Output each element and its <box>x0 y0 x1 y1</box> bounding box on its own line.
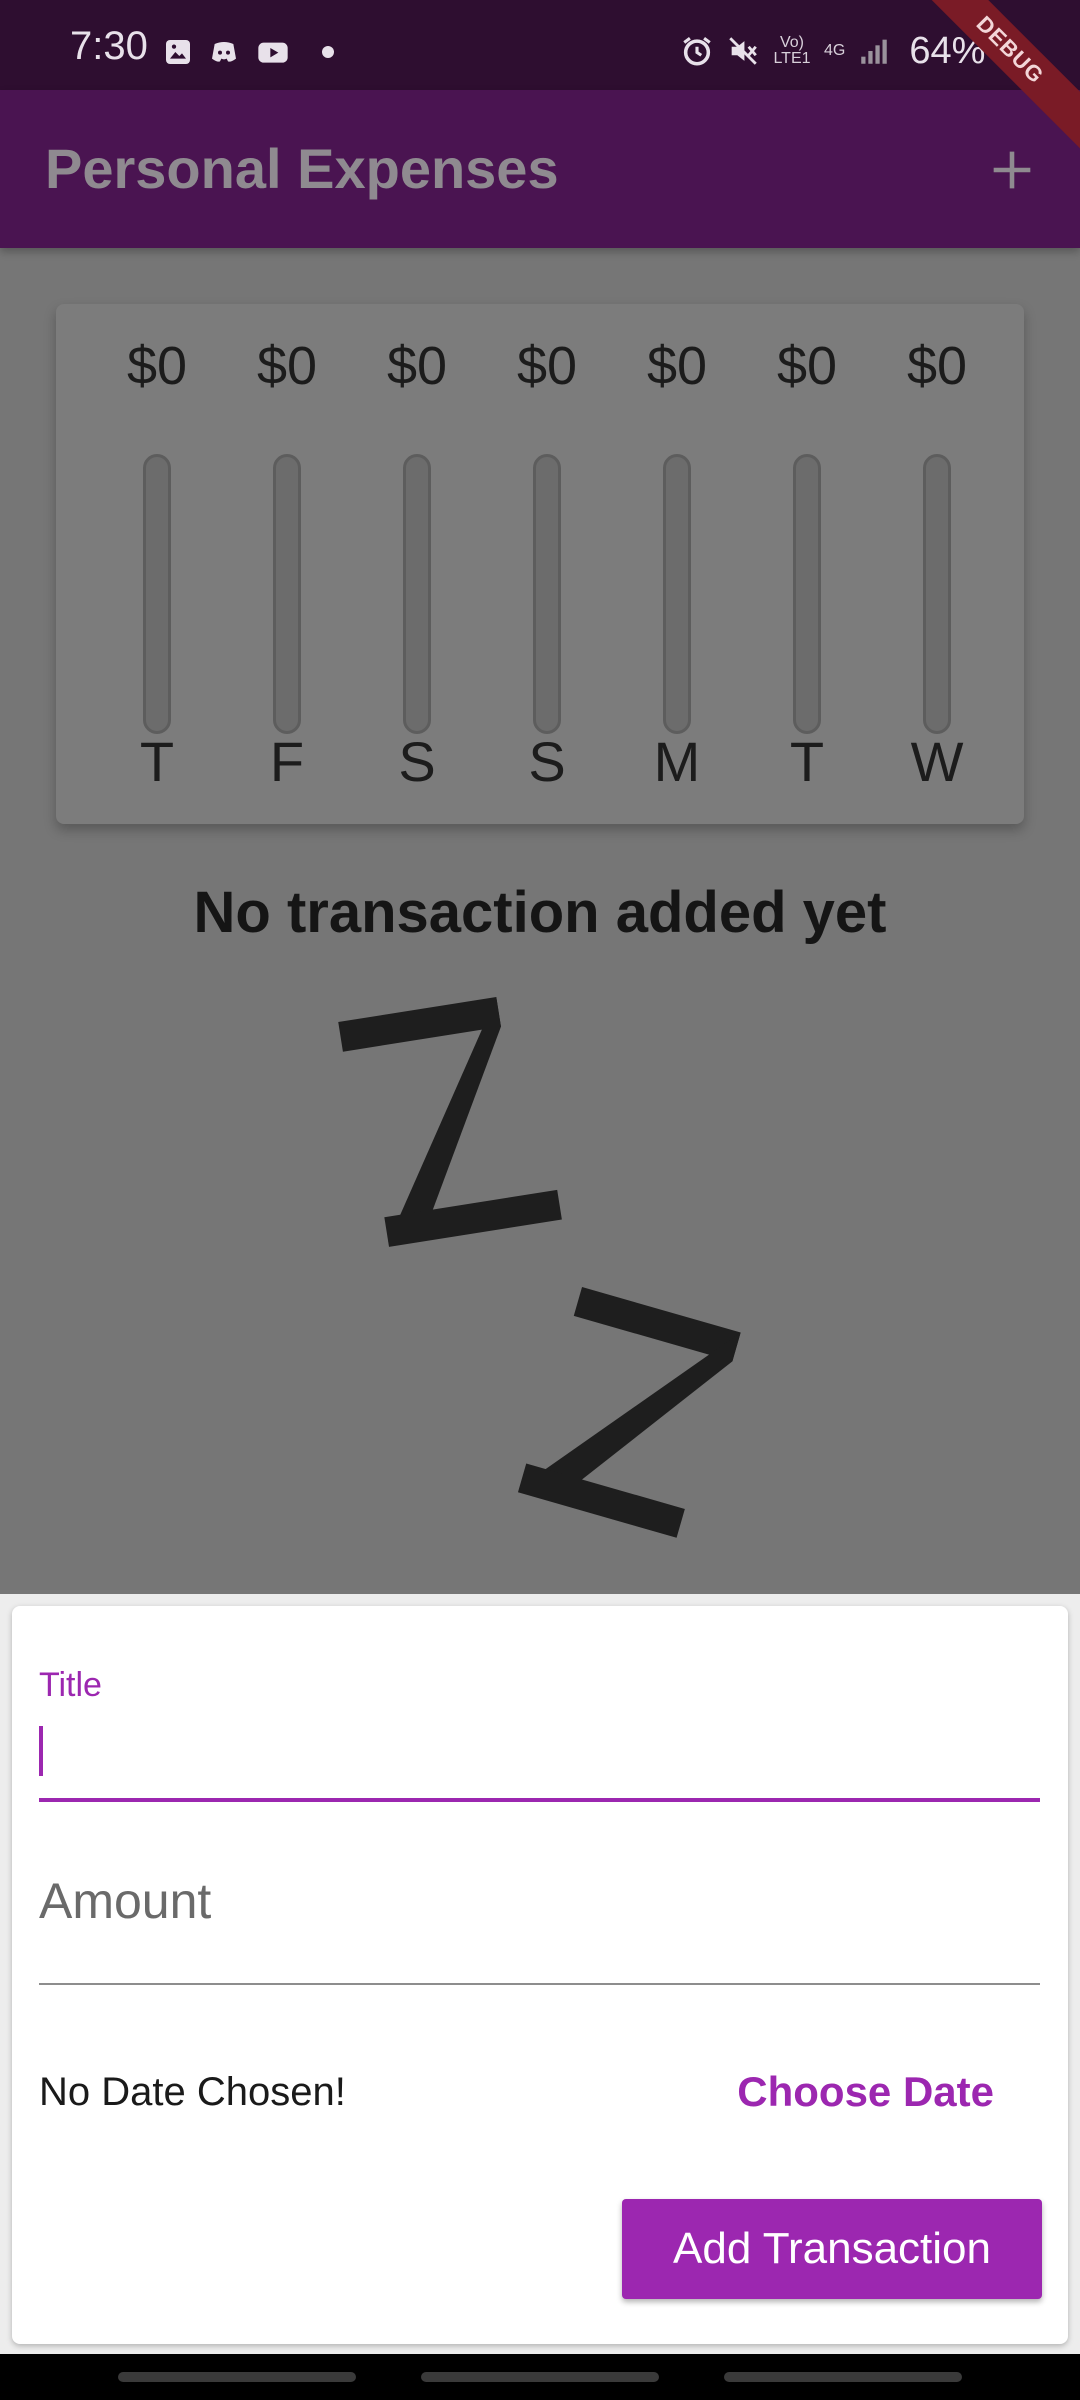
chart-day-label: W <box>910 730 964 793</box>
chart-bar-amount: $0 <box>256 336 318 396</box>
chart-day-label: M <box>653 730 701 793</box>
notification-icons <box>162 36 334 68</box>
youtube-icon <box>258 42 288 63</box>
chart-bar-column: $0 M <box>612 334 742 804</box>
empty-state-title: No transaction added yet <box>193 880 887 945</box>
status-time: 7:30 <box>70 24 148 68</box>
chart-bar-track <box>663 454 691 734</box>
plus-icon <box>993 151 1031 189</box>
date-row: No Date Chosen! Choose Date <box>39 2056 1040 2136</box>
mute-icon <box>729 37 757 65</box>
chart-bar-track <box>273 454 301 734</box>
weekly-chart: $0 T $0 F $0 S $0 S $0 M $0 T $0 W <box>56 304 1024 824</box>
chart-bar-amount: $0 <box>386 336 448 396</box>
volte-indicator: Vo) LTE1 <box>773 34 811 67</box>
chart-bar-column: $0 S <box>482 334 612 804</box>
chosen-date-text: No Date Chosen! <box>39 2070 346 2114</box>
discord-icon <box>212 42 236 62</box>
chart-bars: $0 T $0 F $0 S $0 S $0 M $0 T $0 W <box>92 334 1002 804</box>
nav-handle-left[interactable] <box>118 2372 356 2382</box>
chart-bar-amount: $0 <box>516 336 578 396</box>
chart-bar-amount: $0 <box>126 336 188 396</box>
status-bar: 7:30 Vo) LTE1 4G 64% DEBUG <box>0 0 1080 157</box>
chart-bar-amount: $0 <box>776 336 838 396</box>
title-label: Title <box>39 1666 102 1704</box>
title-underline <box>39 1798 1040 1802</box>
alarm-icon <box>683 37 711 66</box>
chart-bar-column: $0 F <box>222 334 352 804</box>
add-transaction-button[interactable] <box>972 130 1052 210</box>
zz-sleep-icon <box>338 997 741 1538</box>
more-notifications-dot <box>322 46 334 58</box>
chart-bar-column: $0 T <box>92 334 222 804</box>
chart-day-label: F <box>269 730 305 793</box>
text-caret <box>39 1726 43 1776</box>
chart-day-label: T <box>139 730 175 793</box>
chart-bar-column: $0 W <box>872 334 1002 804</box>
network-type-indicator: 4G <box>824 42 846 59</box>
chart-bar-column: $0 T <box>742 334 872 804</box>
submit-transaction-button[interactable]: Add Transaction <box>622 2199 1042 2299</box>
app-bar: Personal Expenses <box>0 90 1080 248</box>
amount-field[interactable] <box>39 1846 1040 1996</box>
chart-day-label: S <box>528 730 566 793</box>
title-field[interactable]: Title <box>39 1666 1040 1816</box>
chart-day-label: S <box>398 730 436 793</box>
chart-bar-amount: $0 <box>646 336 708 396</box>
system-icons: Vo) LTE1 4G 64% <box>680 32 985 70</box>
chart-bar-track <box>403 454 431 734</box>
title-input[interactable] <box>39 1710 1040 1780</box>
navigation-bar <box>0 2354 1080 2400</box>
amount-underline <box>39 1983 1040 1985</box>
amount-input[interactable] <box>39 1846 1040 1956</box>
chart-bar-track <box>793 454 821 734</box>
gallery-icon <box>166 40 190 64</box>
new-transaction-sheet: Title No Date Chosen! Choose Date Add Tr… <box>12 1606 1068 2344</box>
chart-day-label: T <box>789 730 825 793</box>
chart-bar-track <box>143 454 171 734</box>
chart-bar-track <box>923 454 951 734</box>
chart-bar-column: $0 S <box>352 334 482 804</box>
nav-handle-right[interactable] <box>724 2372 962 2382</box>
signal-icon <box>861 39 888 64</box>
chart-bar-track <box>533 454 561 734</box>
choose-date-button[interactable]: Choose Date <box>721 2060 1010 2124</box>
chart-bar-amount: $0 <box>906 336 968 396</box>
app-title: Personal Expenses <box>45 137 559 200</box>
nav-handle-center[interactable] <box>421 2372 659 2382</box>
